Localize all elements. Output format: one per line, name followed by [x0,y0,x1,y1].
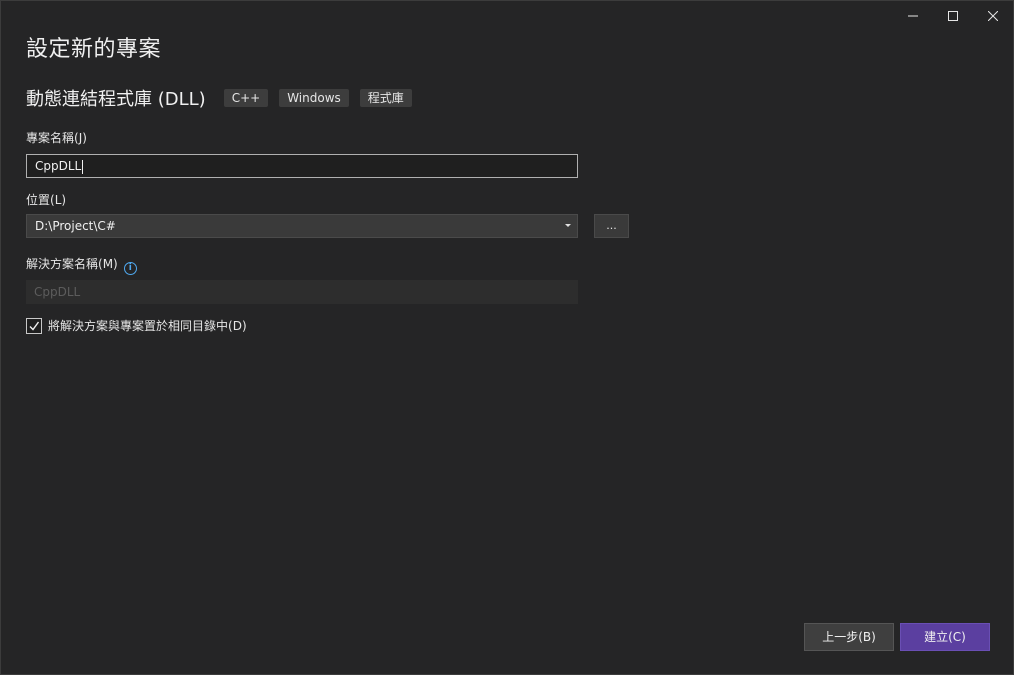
close-button[interactable] [973,1,1013,31]
location-value: D:\Project\C# [35,219,116,233]
tag-platform: Windows [279,89,349,107]
minimize-button[interactable] [893,1,933,31]
back-button[interactable]: 上一步(B) [804,623,894,651]
template-summary: 動態連結程式庫 (DLL) C++ Windows 程式庫 [26,85,423,111]
project-name-accel: (J) [74,131,87,145]
location-label: 位置(L) [26,191,66,208]
solution-name-input: CppDLL [26,280,578,304]
maximize-button[interactable] [933,1,973,31]
chevron-down-icon[interactable] [565,224,571,227]
same-directory-label: 將解決方案與專案置於相同目錄中 [48,319,229,333]
minimize-icon [908,15,918,17]
solution-name-accel: (M) [98,257,118,271]
tag-language: C++ [223,89,269,107]
location-combobox[interactable]: D:\Project\C# [26,214,578,238]
solution-name-label-text: 解決方案名稱 [26,257,99,271]
project-name-label-text: 專案名稱 [26,131,75,145]
location-accel: (L) [50,193,67,207]
checkmark-icon [29,321,40,331]
tag-project-type: 程式庫 [359,89,412,107]
same-directory-option[interactable]: 將解決方案與專案置於相同目錄中 (D) [26,317,247,334]
info-icon[interactable]: i [123,262,137,275]
text-caret [82,159,84,174]
page-title: 設定新的專案 [26,37,162,62]
maximize-icon [948,11,958,21]
create-button[interactable]: 建立(C) [900,623,990,651]
solution-name-label: 解決方案名稱(M) i [26,255,137,275]
back-button-label: 上一步 [822,630,859,644]
project-name-value: CppDLL [35,159,82,173]
location-label-text: 位置 [26,193,51,207]
template-name: 動態連結程式庫 (DLL) [26,89,206,110]
window-caption-buttons [893,1,1013,31]
back-button-accel: (B) [858,630,876,644]
close-icon [988,11,998,21]
project-name-label: 專案名稱(J) [26,129,87,146]
configure-project-dialog: 設定新的專案 動態連結程式庫 (DLL) C++ Windows 程式庫 專案名… [0,0,1014,675]
same-directory-checkbox[interactable] [26,317,42,334]
same-directory-accel: (D) [228,318,247,333]
project-name-input[interactable]: CppDLL [26,154,578,178]
browse-button[interactable]: ... [594,214,629,238]
create-button-accel: (C) [948,630,966,644]
create-button-label: 建立 [924,630,949,644]
